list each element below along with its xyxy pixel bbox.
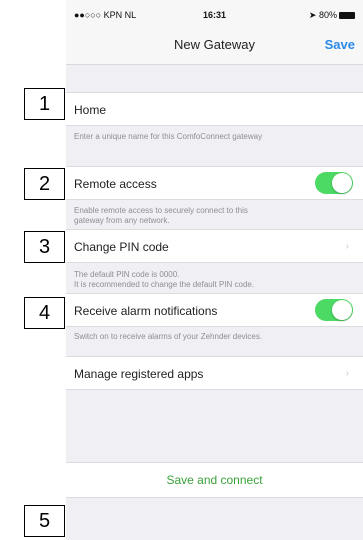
- status-bar: ●●○○○ KPN NL 16:31 ➤ 80%: [66, 10, 363, 24]
- battery-icon: [339, 12, 355, 19]
- alarm-notifications-toggle[interactable]: [315, 299, 353, 321]
- annotation-4: 4: [24, 297, 65, 329]
- location-icon: ➤: [308, 10, 317, 20]
- gateway-name-hint: Enter a unique name for this ComfoConnec…: [74, 132, 263, 141]
- toggle-knob: [332, 173, 352, 193]
- remote-access-hint-line2: gateway from any network.: [74, 216, 170, 225]
- annotation-3: 3: [24, 231, 65, 263]
- change-pin-label: Change PIN code: [74, 240, 169, 254]
- manage-apps-label: Manage registered apps: [74, 367, 204, 381]
- battery-percent: 80%: [318, 10, 337, 20]
- save-and-connect-button[interactable]: Save and connect: [66, 462, 363, 498]
- toggle-knob: [332, 300, 352, 320]
- change-pin-row[interactable]: Change PIN code ›: [66, 229, 363, 263]
- chevron-right-icon: ›: [345, 241, 349, 252]
- remote-access-hint-line1: Enable remote access to securely connect…: [74, 206, 248, 215]
- save-button[interactable]: Save: [325, 37, 355, 52]
- annotation-1: 1: [24, 88, 65, 120]
- change-pin-hint: The default PIN code is 0000. It is reco…: [74, 270, 354, 290]
- navigation-bar: ●●○○○ KPN NL 16:31 ➤ 80% New Gateway Sav…: [66, 0, 363, 65]
- change-pin-hint-line2: It is recommended to change the default …: [74, 280, 255, 289]
- gateway-name-field[interactable]: Home: [66, 92, 363, 126]
- gateway-name-value[interactable]: Home: [74, 103, 106, 117]
- battery-status: ➤ 80%: [309, 10, 355, 21]
- remote-access-hint: Enable remote access to securely connect…: [74, 206, 354, 226]
- alarm-notifications-hint: Switch on to receive alarms of your Zehn…: [74, 332, 263, 341]
- remote-access-toggle[interactable]: [315, 172, 353, 194]
- manage-apps-row[interactable]: Manage registered apps ›: [66, 356, 363, 390]
- remote-access-row: Remote access: [66, 166, 363, 200]
- alarm-notifications-label: Receive alarm notifications: [74, 304, 218, 318]
- annotation-5: 5: [24, 505, 65, 537]
- change-pin-hint-line1: The default PIN code is 0000.: [74, 270, 180, 279]
- remote-access-label: Remote access: [74, 177, 157, 191]
- alarm-notifications-row: Receive alarm notifications: [66, 293, 363, 327]
- page-title: New Gateway: [174, 37, 255, 52]
- chevron-right-icon: ›: [345, 368, 349, 379]
- annotation-2: 2: [24, 168, 65, 200]
